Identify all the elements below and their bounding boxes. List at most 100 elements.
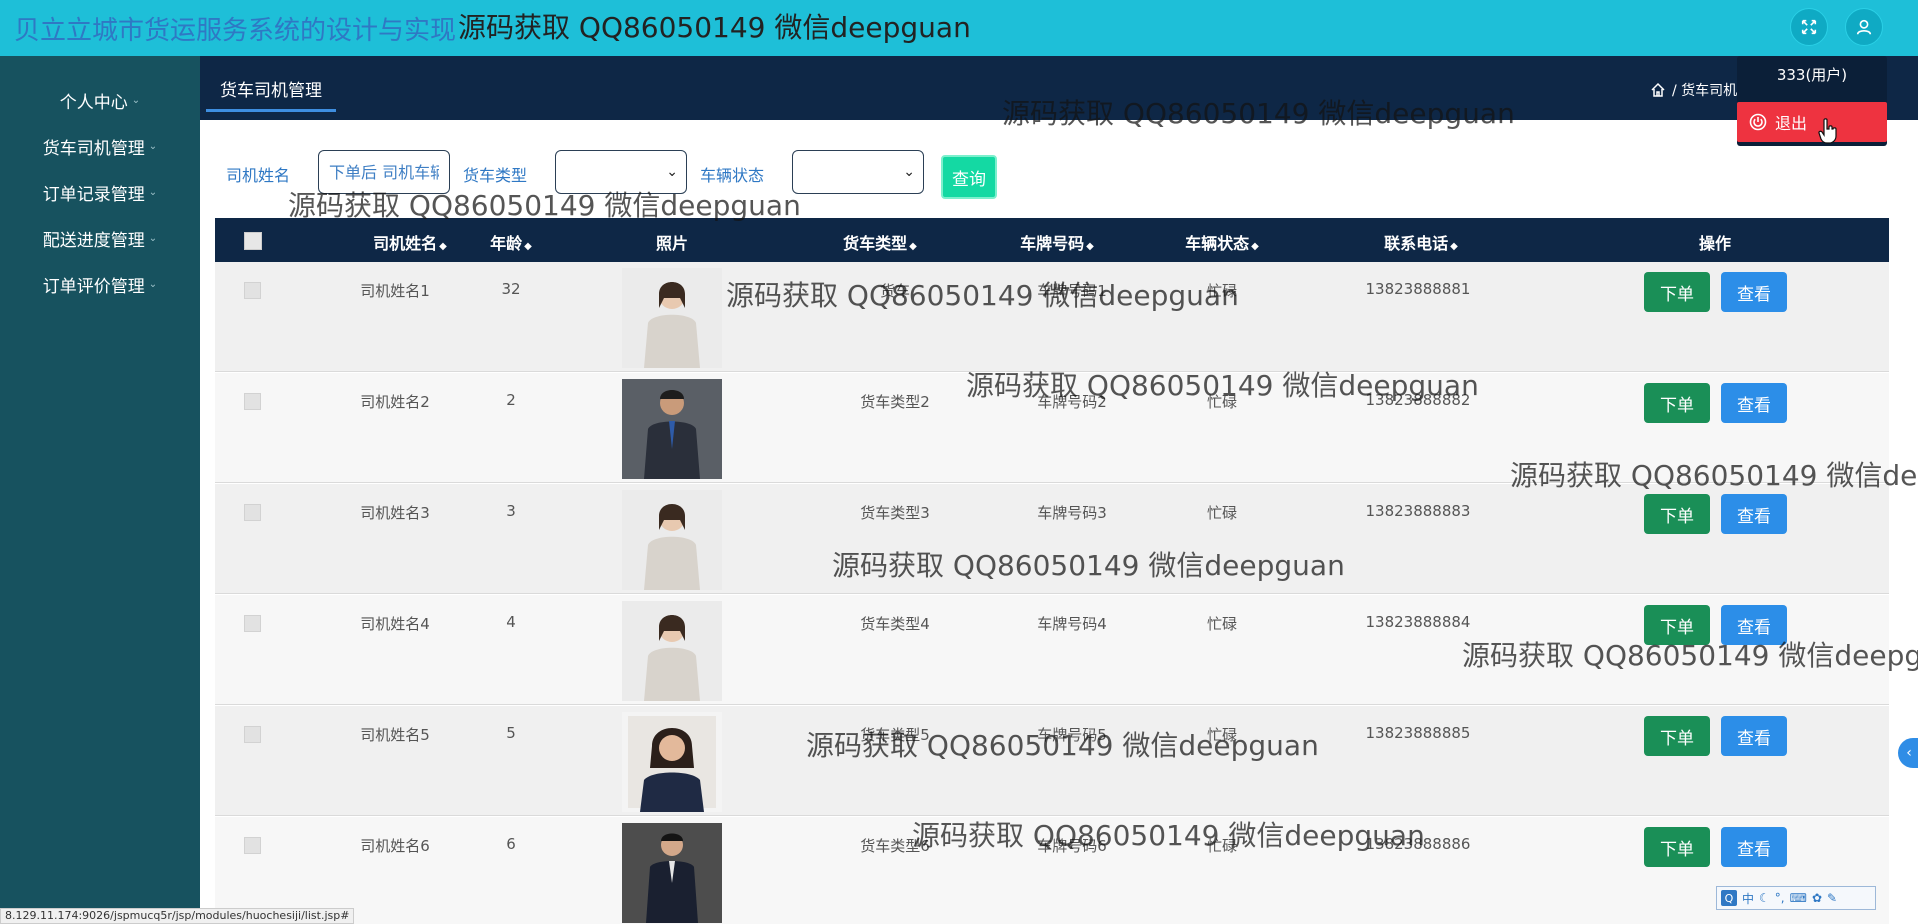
vehicle-status-select[interactable]: ⌄: [792, 150, 924, 194]
row-checkbox[interactable]: [244, 837, 261, 854]
view-button[interactable]: 查看: [1721, 494, 1787, 534]
logout-button[interactable]: 退出: [1737, 102, 1887, 142]
sidebar-item-label: 订单评价管理: [42, 276, 145, 297]
sidebar-item-delivery-progress[interactable]: 配送进度管理 ⌄: [0, 218, 200, 258]
phone-cell: 13823888885: [1365, 724, 1471, 742]
row-checkbox[interactable]: [244, 282, 261, 299]
sort-icon: ◆: [524, 241, 532, 252]
chevron-down-icon: ⌄: [148, 140, 158, 152]
breadcrumb-text: / 货车司机: [1672, 83, 1738, 99]
table-row: 司机姓名4 4 货车类型4 车牌号码4 忙碌 13823888884 下单 查看: [215, 595, 1889, 705]
plate-cell: 车牌号码4: [1037, 615, 1107, 633]
table-row: 司机姓名2 2 货车类型2 车牌号码2 忙碌 13823888882 下单 查看: [215, 373, 1889, 483]
driver-name-cell: 司机姓名4: [360, 615, 430, 633]
driver-photo: [622, 823, 722, 923]
status-cell: 忙碌: [1206, 615, 1237, 633]
sidebar-item-order-records[interactable]: 订单记录管理 ⌄: [0, 172, 200, 212]
ime-logo-icon: Q: [1721, 890, 1737, 906]
ime-toolbar[interactable]: Q 中 ☾ °, ⌨ ✿ ✎: [1716, 886, 1876, 910]
driver-photo: [622, 712, 722, 812]
status-cell: 忙碌: [1206, 282, 1237, 300]
sidebar-item-label: 订单记录管理: [42, 184, 145, 205]
home-icon[interactable]: [1650, 82, 1666, 98]
row-checkbox[interactable]: [244, 726, 261, 743]
row-checkbox[interactable]: [244, 393, 261, 410]
sort-icon: ◆: [439, 241, 447, 252]
status-cell: 忙碌: [1206, 504, 1237, 522]
browser-status-bar: 8.129.11.174:9026/jspmucq5r/jsp/modules/…: [0, 908, 355, 924]
view-button[interactable]: 查看: [1721, 827, 1787, 867]
sort-icon: ◆: [1450, 241, 1458, 252]
plate-cell: 车牌号码5: [1037, 726, 1107, 744]
driver-name-input[interactable]: [318, 150, 450, 194]
order-button[interactable]: 下单: [1644, 272, 1710, 312]
keyboard-icon[interactable]: ⌨: [1790, 891, 1807, 905]
driver-photo: [622, 379, 722, 479]
collapse-panel-button[interactable]: ‹: [1898, 738, 1918, 768]
view-button[interactable]: 查看: [1721, 272, 1787, 312]
column-header-status[interactable]: 车辆状态 ◆: [1157, 230, 1287, 254]
column-header-truck-type[interactable]: 货车类型 ◆: [815, 230, 945, 254]
driver-photo: [622, 601, 722, 701]
driver-name-cell: 司机姓名3: [360, 504, 430, 522]
sidebar-item-label: 货车司机管理: [42, 138, 145, 159]
logout-label: 退出: [1775, 114, 1808, 133]
phone-cell: 13823888881: [1365, 280, 1471, 298]
order-button[interactable]: 下单: [1644, 605, 1710, 645]
vehicle-status-label: 车辆状态: [700, 166, 765, 185]
tab-driver-management[interactable]: 货车司机管理: [206, 72, 336, 112]
row-checkbox[interactable]: [244, 504, 261, 521]
column-header-name[interactable]: 司机姓名 ◆: [340, 230, 480, 254]
column-header-plate[interactable]: 车牌号码 ◆: [992, 230, 1122, 254]
user-icon: [1856, 19, 1872, 35]
order-button[interactable]: 下单: [1644, 827, 1710, 867]
driver-name-cell: 司机姓名2: [360, 393, 430, 411]
row-checkbox[interactable]: [244, 615, 261, 632]
wrench-icon[interactable]: ✎: [1827, 891, 1837, 905]
sidebar-item-driver-management[interactable]: 货车司机管理 ⌄: [0, 126, 200, 166]
user-avatar-button[interactable]: [1845, 8, 1883, 46]
driver-name-cell: 司机姓名1: [360, 282, 430, 300]
plate-cell: 车牌号码1: [1037, 282, 1107, 300]
select-all-checkbox[interactable]: [244, 232, 262, 250]
phone-cell: 13823888886: [1365, 835, 1471, 853]
query-button[interactable]: 查询: [941, 155, 997, 199]
driver-name-cell: 司机姓名5: [360, 726, 430, 744]
driver-name-label: 司机姓名: [226, 166, 291, 185]
moon-icon[interactable]: ☾: [1759, 891, 1770, 905]
order-button[interactable]: 下单: [1644, 494, 1710, 534]
plate-cell: 车牌号码2: [1037, 393, 1107, 411]
ime-mode[interactable]: 中: [1742, 890, 1754, 907]
sidebar-item-personal-center[interactable]: 个人中心 ⌄: [0, 80, 200, 120]
skin-icon[interactable]: ✿: [1812, 891, 1822, 905]
age-cell: 4: [506, 613, 516, 631]
sidebar-item-order-reviews[interactable]: 订单评价管理 ⌄: [0, 264, 200, 304]
plate-cell: 车牌号码6: [1037, 837, 1107, 855]
chevron-down-icon: ⌄: [148, 232, 158, 244]
punctuation-icon[interactable]: °,: [1775, 891, 1785, 905]
column-header-age[interactable]: 年龄 ◆: [471, 230, 551, 254]
hand-cursor-icon: [1818, 118, 1837, 144]
table-row: 司机姓名5 5 货车类型5 车牌号码5 忙碌 13823888885 下单 查看: [215, 706, 1889, 816]
truck-type-cell: 货车类型3: [860, 504, 930, 522]
order-button[interactable]: 下单: [1644, 383, 1710, 423]
driver-name-cell: 司机姓名6: [360, 837, 430, 855]
table-row: 司机姓名3 3 货车类型3 车牌号码3 忙碌 13823888883 下单 查看: [215, 484, 1889, 594]
fullscreen-button[interactable]: [1790, 8, 1828, 46]
view-button[interactable]: 查看: [1721, 383, 1787, 423]
phone-cell: 13823888884: [1365, 613, 1471, 631]
view-button[interactable]: 查看: [1721, 716, 1787, 756]
order-button[interactable]: 下单: [1644, 716, 1710, 756]
table-row: 司机姓名1 32 货车 车牌号码1 忙碌 13823888881 下单 查看: [215, 262, 1889, 372]
column-header-phone[interactable]: 联系电话 ◆: [1356, 230, 1486, 254]
truck-type-select[interactable]: ⌄: [555, 150, 687, 194]
chevron-down-icon: ⌄: [903, 164, 915, 180]
expand-icon: [1801, 19, 1817, 35]
sort-icon: ◆: [1251, 241, 1259, 252]
view-button[interactable]: 查看: [1721, 605, 1787, 645]
column-header-actions: 操作: [1698, 234, 1731, 253]
sort-icon: ◆: [909, 241, 917, 252]
phone-cell: 13823888883: [1365, 502, 1471, 520]
status-cell: 忙碌: [1206, 393, 1237, 411]
age-cell: 6: [506, 835, 516, 853]
